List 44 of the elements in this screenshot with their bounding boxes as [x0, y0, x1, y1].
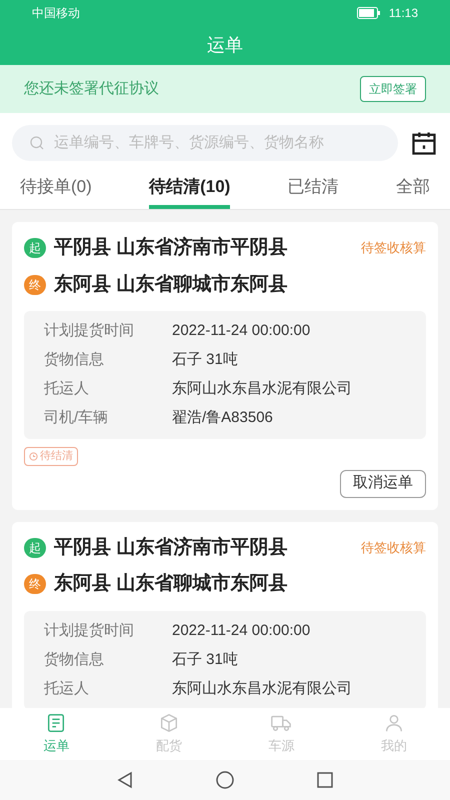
search-icon: [28, 134, 46, 152]
origin-text: 平阴县 山东省济南市平阴县: [54, 236, 288, 260]
end-badge: 终: [24, 574, 46, 594]
start-badge: 起: [24, 538, 46, 558]
search-field[interactable]: 运单编号、车牌号、货源编号、货物名称: [12, 125, 398, 161]
info-value: 东阿山水东昌水泥有限公司: [172, 678, 352, 699]
banner-text: 您还未签署代征协议: [24, 78, 159, 99]
info-label: 计划提货时间: [44, 321, 135, 342]
info-value: 石子 31吨: [172, 350, 238, 370]
sign-now-button[interactable]: 立即签署: [360, 76, 426, 102]
status-text: 待签收核算: [361, 239, 426, 257]
tab[interactable]: 已结清: [288, 169, 339, 209]
info-value: 2022-11-24 00:00:00: [172, 620, 310, 641]
info-label: 司机/车辆: [44, 408, 110, 428]
destination-text: 东阿县 山东省聊城市东阿县: [54, 572, 288, 596]
info-value: 翟浩/鲁A83506: [172, 408, 273, 428]
cancel-order-button[interactable]: 取消运单: [340, 470, 426, 498]
status-text: 待签收核算: [361, 538, 426, 556]
info-label: 计划提货时间: [44, 620, 135, 641]
start-badge: 起: [24, 238, 46, 258]
tag-text: 待结清: [40, 449, 73, 464]
info-value: 石子 31吨: [172, 650, 238, 670]
tab[interactable]: 全部: [396, 169, 430, 209]
back-icon[interactable]: [115, 770, 135, 790]
order-card[interactable]: 起 平阴县 山东省济南市平阴县 终 东阿县 山东省聊城市东阿县 待签收核算 计划提货时间 2022-11-24 00:00:00 货物信息 石子 31吨 托运人 东阿山水东昌水泥有限公司 司机/车辆 翟浩/鲁A83506 待结清 取消运单: [12, 222, 438, 510]
recents-icon[interactable]: [315, 770, 335, 790]
info-label: 货物信息: [44, 350, 105, 370]
page-title: 运单: [207, 34, 243, 57]
carrier-text: 中国移动: [32, 5, 80, 22]
destination-text: 东阿县 山东省聊城市东阿县: [54, 272, 288, 296]
end-badge: 终: [24, 274, 46, 295]
time-text: 11:13: [388, 5, 418, 22]
home-icon[interactable]: [215, 770, 235, 790]
info-value: 2022-11-24 00:00:00: [172, 321, 310, 342]
tab[interactable]: 待接单(0): [20, 169, 92, 209]
search-input[interactable]: 运单编号、车牌号、货源编号、货物名称: [54, 132, 382, 154]
info-label: 托运人: [44, 678, 90, 699]
battery-icon: [356, 7, 381, 19]
info-value: 东阿山水东昌水泥有限公司: [172, 379, 352, 400]
origin-text: 平阴县 山东省济南市平阴县: [54, 536, 288, 560]
info-label: 货物信息: [44, 650, 105, 670]
order-card[interactable]: 起 平阴县 山东省济南市平阴县 终 东阿县 山东省聊城市东阿县 待签收核算 计划提货时间 2022-11-24 00:00:00 货物信息 石子 31吨 托运人 东阿山水东昌水泥有限公司: [12, 522, 438, 708]
info-label: 托运人: [44, 379, 90, 400]
clock-icon: [29, 452, 38, 461]
